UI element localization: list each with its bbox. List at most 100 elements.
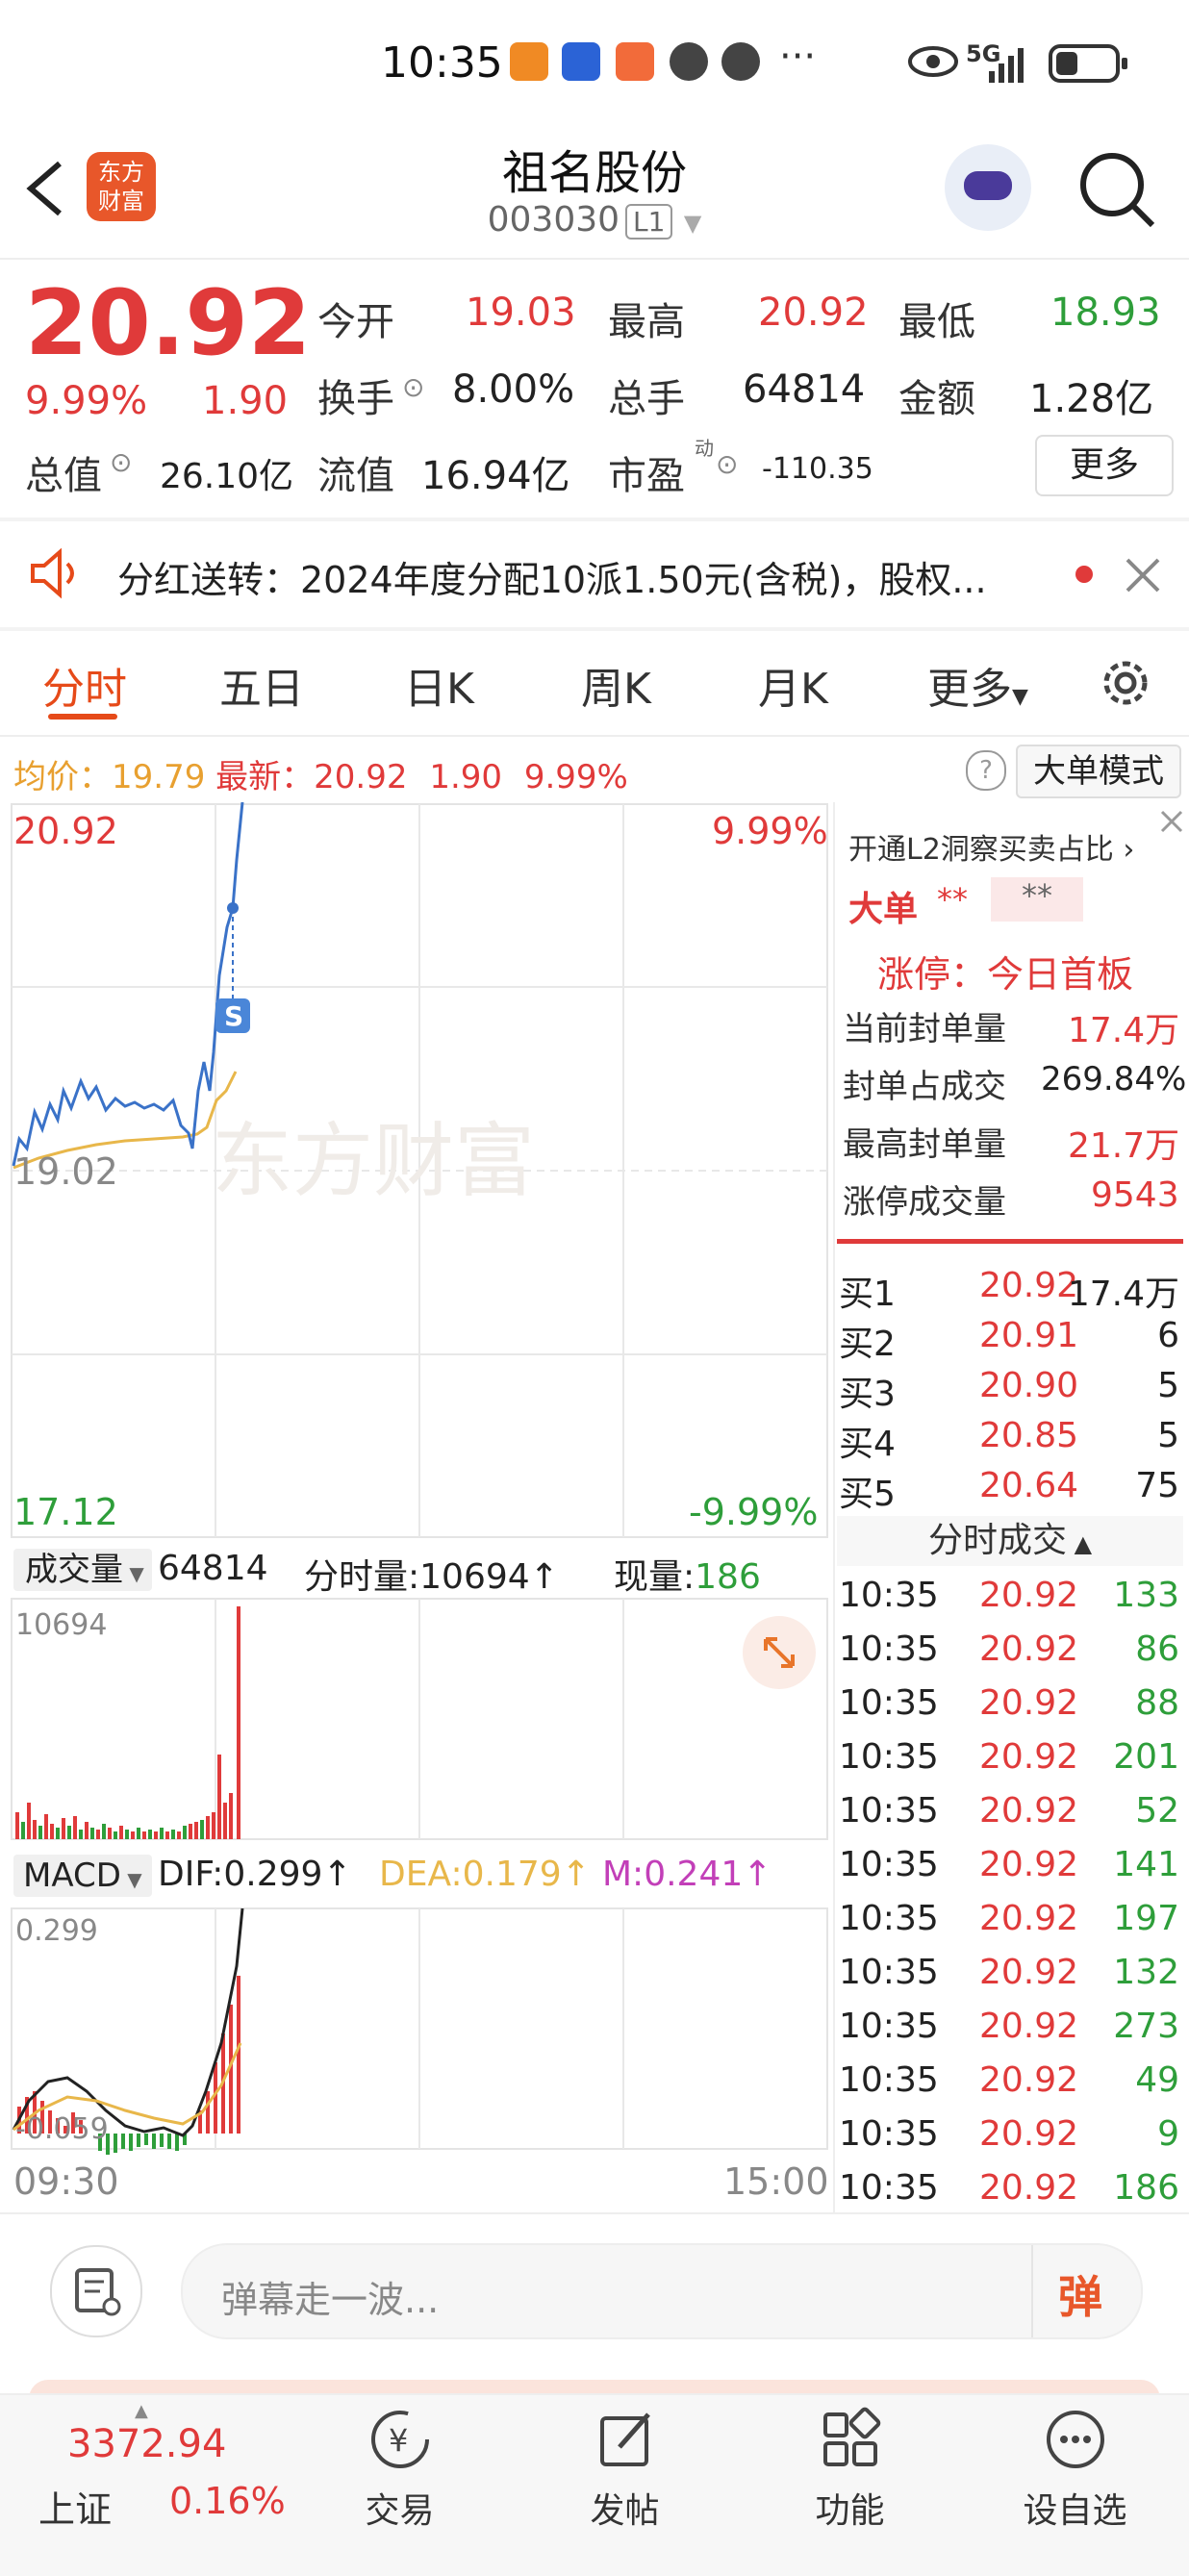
stock-code: 003030: [487, 200, 620, 240]
tick-row: 10:35 20.92 86: [837, 1629, 1183, 1683]
mktcap-value: 26.10亿: [160, 457, 294, 496]
message-app-icon: [616, 42, 654, 81]
danmu-button[interactable]: 弹: [1058, 2262, 1102, 2326]
notes-icon[interactable]: [50, 2245, 142, 2337]
order-book-row[interactable]: 买5 20.64 75: [837, 1466, 1183, 1516]
index-value[interactable]: 3372.94: [67, 2422, 226, 2466]
change-amount: 1.90: [202, 379, 289, 423]
edit-icon: [599, 2412, 650, 2466]
current-volume-label: 现量:: [614, 1557, 696, 1597]
ob-price: 20.90: [979, 1366, 1079, 1405]
nav-functions-label: 功能: [815, 2491, 885, 2531]
amount-label: 金额: [898, 377, 975, 421]
ob-qty: 75: [1135, 1466, 1179, 1505]
grid-apps-icon: [822, 2407, 880, 2466]
high-label: 最高: [608, 300, 685, 344]
dividend-notice[interactable]: 分红送转：2024年度分配10派1.50元(含税)，股权...: [117, 550, 987, 603]
turnover-label: 换手: [317, 377, 394, 421]
chat-bubble-icon: [670, 42, 708, 81]
tick-qty: 197: [1113, 1899, 1179, 1938]
tick-row: 10:35 20.92 9: [837, 2114, 1183, 2168]
tick-time: 10:35: [839, 2007, 939, 2046]
float-label: 流值: [317, 454, 394, 498]
period-volume-value: 10694: [419, 1557, 530, 1597]
nav-trade[interactable]: ¥ 交易: [281, 2405, 519, 2533]
macd-top-tick: 0.299: [15, 1914, 98, 1948]
order-book-row[interactable]: 买3 20.90 5: [837, 1366, 1183, 1416]
l2-promo-text: 开通L2洞察买卖占比: [848, 833, 1114, 867]
tick-time: 10:35: [839, 1629, 939, 1669]
ob-label: 买3: [839, 1375, 896, 1414]
ticks-header[interactable]: 分时成交 ▲: [837, 1516, 1183, 1566]
current-volume-value: 186: [695, 1557, 761, 1597]
l2-promo-link[interactable]: 开通L2洞察买卖占比 ›: [848, 825, 1134, 868]
order-book-row[interactable]: 买4 20.85 5: [837, 1416, 1183, 1466]
comment-input[interactable]: 弹幕走一波... 弹: [181, 2243, 1143, 2339]
ob-label: 买5: [839, 1475, 896, 1514]
latest-value: 20.92: [314, 758, 408, 796]
limit-up-status: 涨停：今日首板: [877, 953, 1134, 996]
input-divider: [1031, 2245, 1033, 2337]
low-value: 18.93: [1050, 290, 1161, 335]
info-icon[interactable]: ⊙: [716, 448, 738, 480]
signal-icon: [989, 48, 1024, 83]
settings-gear-icon[interactable]: [1097, 654, 1154, 712]
tab-more-label: 更多: [927, 665, 1012, 714]
arrow-up-icon: ↑: [743, 1855, 772, 1894]
tab-intraday[interactable]: 分时: [42, 654, 127, 716]
order-book-row[interactable]: 买1 20.92 17.4万: [837, 1266, 1183, 1316]
nav-trade-label: 交易: [365, 2491, 435, 2531]
nav-post[interactable]: 发帖: [506, 2405, 744, 2533]
robot-assistant-icon[interactable]: [945, 144, 1031, 231]
tab-more[interactable]: 更多▼: [927, 654, 1028, 716]
nav-functions[interactable]: 功能: [731, 2405, 969, 2533]
current-price: 20.92: [25, 271, 312, 376]
volume-indicator-select[interactable]: 成交量 ▼: [13, 1549, 152, 1591]
tab-daily-k[interactable]: 日K: [404, 654, 474, 716]
tab-five-day[interactable]: 五日: [219, 654, 304, 716]
expand-icon[interactable]: [743, 1616, 816, 1689]
caret-up-icon: ▲: [1066, 1530, 1093, 1557]
big-order-value2: **: [991, 877, 1083, 922]
more-dots-icon: [1046, 2411, 1104, 2468]
pe-superscript: 动: [695, 437, 714, 460]
more-button[interactable]: 更多: [1035, 435, 1174, 496]
index-pct: 0.16%: [169, 2480, 286, 2522]
turnover-value: 8.00%: [452, 367, 575, 412]
tab-monthly-k[interactable]: 月K: [758, 654, 828, 716]
more-notifications-icon: ···: [779, 35, 817, 79]
info-icon[interactable]: ⊙: [110, 446, 132, 478]
latest-label: 最新：: [215, 758, 315, 796]
level-badge: L1: [625, 204, 673, 240]
tick-time: 10:35: [839, 1845, 939, 1884]
tick-time: 10:35: [839, 2114, 939, 2154]
nav-watchlist[interactable]: 设自选: [956, 2405, 1189, 2533]
battery-icon: [1049, 44, 1127, 83]
open-value: 19.03: [466, 290, 576, 335]
info-icon[interactable]: ⊙: [402, 371, 424, 403]
search-icon[interactable]: [1077, 150, 1158, 231]
tick-row: 10:35 20.92 88: [837, 1683, 1183, 1737]
tab-weekly-k[interactable]: 周K: [581, 654, 651, 716]
macd-indicator-select[interactable]: MACD ▼: [13, 1855, 152, 1897]
close-icon[interactable]: [1154, 804, 1189, 839]
tick-price: 20.92: [979, 1576, 1079, 1615]
help-icon[interactable]: ?: [966, 750, 1006, 791]
macd-dea: DEA:0.179↑: [379, 1855, 591, 1894]
limit-vol-value: 9543: [1091, 1175, 1179, 1215]
ob-qty: 6: [1157, 1316, 1179, 1355]
low-label: 最低: [898, 300, 975, 344]
info-change-pct: 9.99%: [523, 758, 628, 796]
tick-row: 10:35 20.92 132: [837, 1953, 1183, 2007]
nav-post-label: 发帖: [590, 2491, 660, 2531]
big-order-mode-button[interactable]: 大单模式: [1016, 745, 1181, 798]
order-book-row[interactable]: 买2 20.91 6: [837, 1316, 1183, 1366]
tick-price: 20.92: [979, 2060, 1079, 2100]
ob-label: 买4: [839, 1425, 896, 1464]
unread-dot: [1075, 566, 1093, 583]
panel-red-divider: [837, 1239, 1183, 1244]
tick-qty: 49: [1135, 2060, 1179, 2100]
close-icon[interactable]: [1124, 556, 1162, 594]
arrow-up-icon: ↑: [529, 1557, 559, 1597]
seal-qty-label: 当前封单量: [843, 1010, 1006, 1048]
